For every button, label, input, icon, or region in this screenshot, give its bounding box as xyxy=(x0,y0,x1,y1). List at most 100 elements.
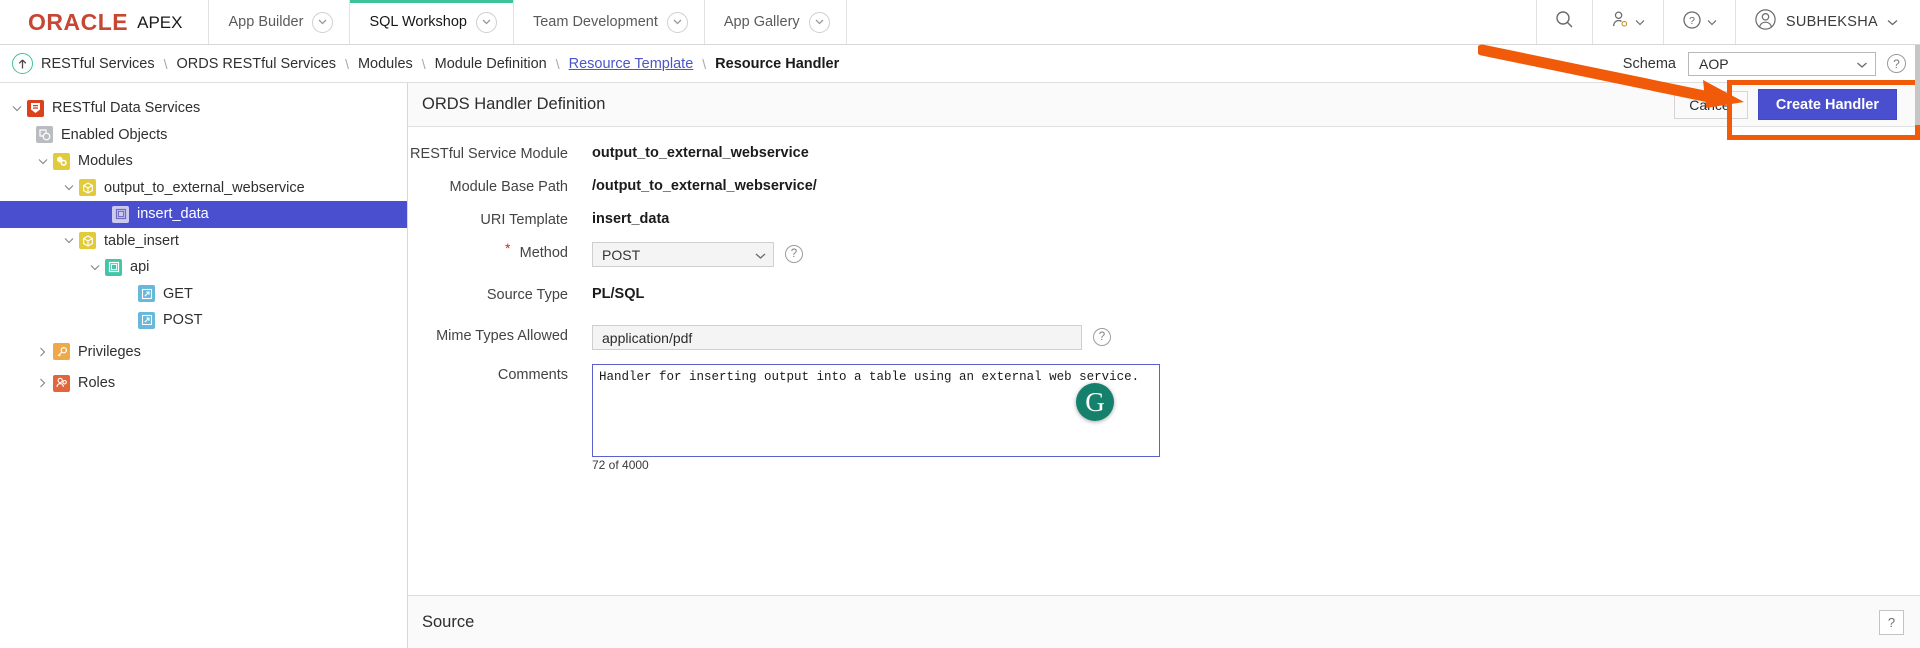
help-menu-button[interactable]: ? xyxy=(1662,0,1735,44)
tree-node-modules[interactable]: Modules xyxy=(0,148,407,175)
tree-node-label: Enabled Objects xyxy=(61,126,168,143)
chevron-down-icon[interactable] xyxy=(60,232,77,249)
schema-help-icon[interactable]: ? xyxy=(1887,54,1906,73)
tree-node-privileges[interactable]: Privileges xyxy=(0,339,407,366)
cancel-button[interactable]: Cancel xyxy=(1674,90,1748,119)
breadcrumb-item-resource-handler: Resource Handler xyxy=(715,55,840,72)
breadcrumb-bar: RESTful Services \ ORDS RESTful Services… xyxy=(0,45,1920,83)
handler-definition-form: RESTful Service Module output_to_externa… xyxy=(408,127,1920,472)
mime-types-help-icon[interactable]: ? xyxy=(1093,328,1111,346)
field-row-uri-template: URI Template insert_data xyxy=(408,209,1920,228)
breadcrumb-item-ords-restful-services[interactable]: ORDS RESTful Services xyxy=(177,56,337,72)
tree-node-insert-data[interactable]: insert_data xyxy=(0,201,407,228)
help-circle-icon: ? xyxy=(1682,10,1702,35)
source-help-icon[interactable]: ? xyxy=(1879,609,1904,635)
mime-types-value-wrap: ? xyxy=(568,325,1111,350)
breadcrumb-separator: \ xyxy=(555,55,560,72)
tree-node-api[interactable]: api xyxy=(0,254,407,281)
comments-textarea[interactable]: Handler for inserting output into a tabl… xyxy=(592,364,1160,457)
schema-selected-value: AOP xyxy=(1699,55,1729,72)
chevron-down-icon[interactable] xyxy=(312,11,334,33)
tree-node-roles[interactable]: Roles xyxy=(0,370,407,397)
chevron-down-icon xyxy=(1856,56,1868,72)
comments-label: Comments xyxy=(497,367,568,383)
tree-node-label: Privileges xyxy=(78,343,141,360)
resource-handler-icon xyxy=(138,285,155,303)
privileges-key-icon xyxy=(53,343,70,361)
tree-node-label: output_to_external_webservice xyxy=(104,179,305,196)
breadcrumb-separator: \ xyxy=(702,55,707,72)
breadcrumb-item-module-definition[interactable]: Module Definition xyxy=(435,56,547,72)
main-content-panel: ORDS Handler Definition Cancel Create Ha… xyxy=(408,83,1920,648)
search-icon xyxy=(1555,10,1574,34)
tree-node-post[interactable]: POST xyxy=(0,307,407,334)
field-row-source-type: Source Type PL/SQL xyxy=(408,284,1920,303)
grammarly-badge[interactable]: G xyxy=(1076,383,1114,421)
field-row-restful-service-module: RESTful Service Module output_to_externa… xyxy=(408,143,1920,162)
svg-text:?: ? xyxy=(1689,15,1695,27)
tree-node-restful-data-services[interactable]: RESTful Data Services xyxy=(0,95,407,122)
restful-service-module-value-wrap: output_to_external_webservice xyxy=(568,143,809,161)
module-icon xyxy=(79,179,96,197)
chevron-down-icon[interactable] xyxy=(666,11,688,33)
mime-types-input[interactable] xyxy=(592,325,1082,350)
nav-tab-team-development[interactable]: Team Development xyxy=(513,0,705,44)
method-select[interactable]: POST xyxy=(592,242,774,267)
apex-wordmark: APEX xyxy=(137,12,183,32)
apex-app-window: ORACLE APEX App Builder SQL Workshop Tea… xyxy=(0,0,1920,648)
chevron-down-icon[interactable] xyxy=(34,153,51,170)
chevron-down-icon[interactable] xyxy=(475,11,497,33)
modules-icon xyxy=(53,152,70,170)
nav-tab-label: App Gallery xyxy=(723,14,800,30)
chevron-down-icon[interactable] xyxy=(86,259,103,276)
chevron-down-icon[interactable] xyxy=(8,100,25,117)
restful-services-tree: RESTful Data Services Enabled Objects Mo… xyxy=(0,83,408,648)
nav-tab-sql-workshop[interactable]: SQL Workshop xyxy=(350,0,514,44)
chevron-down-icon xyxy=(754,247,767,263)
chevron-right-icon[interactable] xyxy=(34,343,51,360)
oracle-apex-logo[interactable]: ORACLE APEX xyxy=(0,0,210,44)
administration-menu-button[interactable] xyxy=(1591,0,1663,44)
chevron-down-icon xyxy=(1707,13,1717,31)
schema-select[interactable]: AOP xyxy=(1688,51,1876,76)
up-arrow-icon[interactable] xyxy=(12,53,33,74)
nav-tab-app-gallery[interactable]: App Gallery xyxy=(704,0,847,44)
method-value-wrap: POST ? xyxy=(568,242,803,267)
breadcrumb-item-modules[interactable]: Modules xyxy=(358,56,413,72)
comments-char-counter: 72 of 4000 xyxy=(592,458,649,472)
method-help-icon[interactable]: ? xyxy=(785,245,803,263)
oracle-wordmark: ORACLE xyxy=(28,8,129,35)
tree-node-label: Modules xyxy=(78,153,133,170)
module-icon xyxy=(79,232,96,250)
restful-data-services-icon xyxy=(27,99,44,117)
search-button[interactable] xyxy=(1535,0,1592,44)
create-handler-button[interactable]: Create Handler xyxy=(1757,89,1897,120)
chevron-down-icon xyxy=(1635,13,1645,31)
chevron-right-icon[interactable] xyxy=(34,375,51,392)
breadcrumb-item-resource-template[interactable]: Resource Template xyxy=(569,56,694,72)
tree-node-output-to-external-webservice[interactable]: output_to_external_webservice xyxy=(0,175,407,202)
breadcrumb-separator: \ xyxy=(345,55,349,72)
tree-node-enabled-objects[interactable]: Enabled Objects xyxy=(0,122,407,149)
module-base-path-value-wrap: /output_to_external_webservice/ xyxy=(568,176,817,194)
page-title: ORDS Handler Definition xyxy=(422,95,606,113)
breadcrumb-item-restful-services[interactable]: RESTful Services xyxy=(41,56,155,72)
nav-tab-app-builder[interactable]: App Builder xyxy=(209,0,351,44)
field-row-method: * Method POST ? xyxy=(408,240,1920,267)
resource-template-icon xyxy=(112,205,129,223)
tree-node-label: POST xyxy=(163,312,203,329)
tree-node-label: GET xyxy=(163,285,193,302)
page-scrollbar[interactable] xyxy=(1915,45,1920,125)
comments-value-wrap: Handler for inserting output into a tabl… xyxy=(568,364,1160,472)
roles-people-icon xyxy=(53,374,70,392)
chevron-down-icon[interactable] xyxy=(60,179,77,196)
enabled-objects-icon xyxy=(36,126,53,144)
tree-node-table-insert[interactable]: table_insert xyxy=(0,228,407,255)
user-menu-button[interactable]: SUBHEKSHA xyxy=(1734,0,1920,44)
restful-service-module-label: RESTful Service Module xyxy=(410,146,568,162)
tree-node-get[interactable]: GET xyxy=(0,281,407,308)
source-type-value: PL/SQL xyxy=(592,286,645,302)
chevron-down-icon[interactable] xyxy=(808,11,830,33)
top-navigation-bar: ORACLE APEX App Builder SQL Workshop Tea… xyxy=(0,0,1920,45)
breadcrumb-separator: \ xyxy=(163,55,168,72)
